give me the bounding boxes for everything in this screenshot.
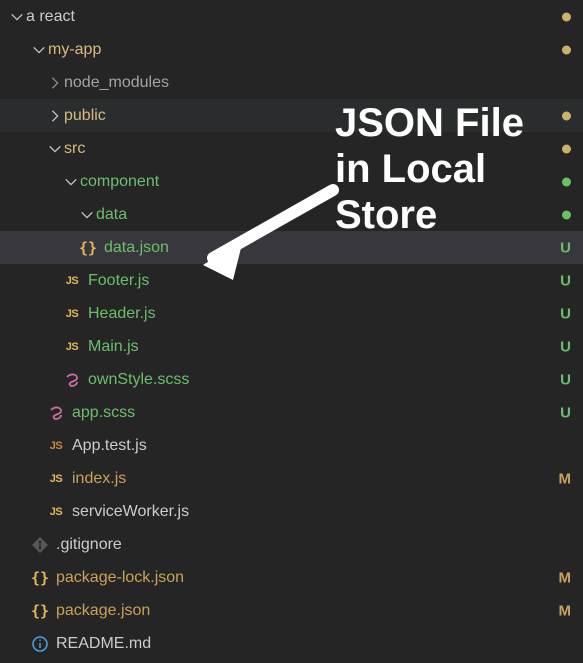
- file-label: index.js: [72, 470, 126, 488]
- folder-label: my-app: [48, 41, 101, 59]
- git-status-untracked: U: [560, 305, 571, 322]
- folder-data[interactable]: data: [0, 198, 583, 231]
- file-label: ownStyle.scss: [88, 371, 189, 389]
- file-gitignore[interactable]: .gitignore: [0, 528, 583, 561]
- git-status-modified: M: [559, 470, 572, 487]
- chevron-right-icon: [46, 76, 64, 90]
- git-status-dot: [562, 140, 571, 157]
- file-label: data.json: [104, 239, 169, 257]
- folder-label: src: [64, 140, 85, 158]
- js-icon: JS: [62, 308, 82, 320]
- file-label: app.scss: [72, 404, 135, 422]
- chevron-right-icon: [46, 109, 64, 123]
- git-status-dot: [562, 206, 571, 223]
- file-service-worker-js[interactable]: JS serviceWorker.js: [0, 495, 583, 528]
- info-icon: [30, 635, 50, 653]
- file-header-js[interactable]: JS Header.js U: [0, 297, 583, 330]
- file-explorer: a react my-app node_modules public src: [0, 0, 583, 663]
- git-status-modified: M: [559, 602, 572, 619]
- folder-label: a react: [26, 8, 75, 26]
- file-label: Header.js: [88, 305, 156, 323]
- file-app-scss[interactable]: app.scss U: [0, 396, 583, 429]
- git-status-modified: M: [559, 569, 572, 586]
- folder-component[interactable]: component: [0, 165, 583, 198]
- git-status-untracked: U: [560, 239, 571, 256]
- file-label: README.md: [56, 635, 151, 653]
- git-status-dot: [562, 107, 571, 124]
- json-icon: {}: [78, 239, 98, 257]
- tree-root-a-react[interactable]: a react: [0, 0, 583, 33]
- folder-label: component: [80, 173, 159, 191]
- chevron-down-icon: [8, 10, 26, 24]
- json-icon: {}: [30, 569, 50, 587]
- git-status-dot: [562, 8, 571, 25]
- chevron-down-icon: [62, 175, 80, 189]
- js-icon: JS: [46, 473, 66, 485]
- folder-public[interactable]: public: [0, 99, 583, 132]
- file-label: package.json: [56, 602, 150, 620]
- js-icon: JS: [62, 275, 82, 287]
- git-status-untracked: U: [560, 338, 571, 355]
- git-status-untracked: U: [560, 272, 571, 289]
- json-icon: {}: [30, 602, 50, 620]
- file-label: Main.js: [88, 338, 139, 356]
- chevron-down-icon: [78, 208, 96, 222]
- scss-icon: [46, 404, 66, 422]
- file-package-lock-json[interactable]: {} package-lock.json M: [0, 561, 583, 594]
- git-status-untracked: U: [560, 404, 571, 421]
- folder-my-app[interactable]: my-app: [0, 33, 583, 66]
- folder-label: data: [96, 206, 127, 224]
- file-footer-js[interactable]: JS Footer.js U: [0, 264, 583, 297]
- file-ownstyle-scss[interactable]: ownStyle.scss U: [0, 363, 583, 396]
- git-icon: [30, 536, 50, 554]
- js-icon: JS: [62, 341, 82, 353]
- git-status-dot: [562, 173, 571, 190]
- scss-icon: [62, 371, 82, 389]
- file-main-js[interactable]: JS Main.js U: [0, 330, 583, 363]
- file-readme-md[interactable]: README.md: [0, 627, 583, 660]
- folder-label: node_modules: [64, 74, 169, 92]
- js-icon: JS: [46, 506, 66, 518]
- file-label: App.test.js: [72, 437, 147, 455]
- chevron-down-icon: [30, 43, 48, 57]
- file-app-test-js[interactable]: JS App.test.js: [0, 429, 583, 462]
- folder-node-modules[interactable]: node_modules: [0, 66, 583, 99]
- chevron-down-icon: [46, 142, 64, 156]
- file-label: package-lock.json: [56, 569, 184, 587]
- git-status-untracked: U: [560, 371, 571, 388]
- git-status-dot: [562, 41, 571, 58]
- file-label: serviceWorker.js: [72, 503, 189, 521]
- folder-label: public: [64, 107, 106, 125]
- file-index-js[interactable]: JS index.js M: [0, 462, 583, 495]
- folder-src[interactable]: src: [0, 132, 583, 165]
- file-label: .gitignore: [56, 536, 122, 554]
- file-label: Footer.js: [88, 272, 149, 290]
- js-icon: JS: [46, 440, 66, 452]
- file-data-json[interactable]: {} data.json U: [0, 231, 583, 264]
- file-package-json[interactable]: {} package.json M: [0, 594, 583, 627]
